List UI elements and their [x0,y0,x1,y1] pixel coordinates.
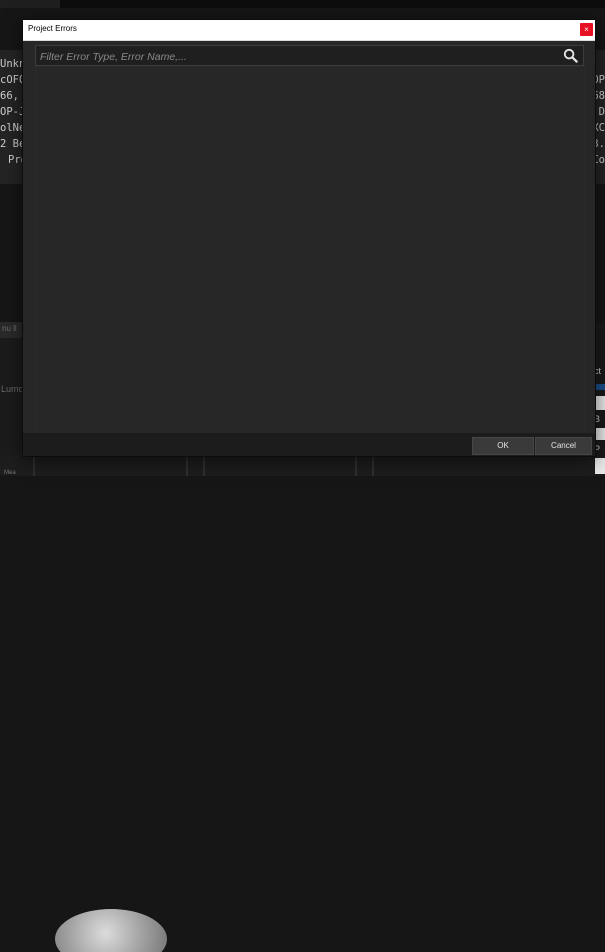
dialog-footer: OK Cancel [23,433,595,456]
cancel-button[interactable]: Cancel [535,437,592,455]
error-list[interactable] [35,66,586,434]
app-top-bar [0,0,605,8]
dialog-title: Project Errors [28,24,77,33]
divider [355,455,357,476]
console-line: cOFQ [0,74,26,86]
search-bar [35,45,584,67]
ok-button[interactable]: OK [472,437,534,455]
right-panel-highlight [594,384,605,390]
error-list-scrollbar[interactable] [587,64,595,434]
right-panel-block [595,428,605,440]
right-panel-block [595,458,605,474]
close-button[interactable]: × [580,23,593,36]
divider [33,455,35,476]
project-errors-dialog: Project Errors × OK Cancel [23,20,595,456]
panel-header-label: nu ll [2,324,17,333]
search-icon[interactable] [563,48,578,63]
app-tab[interactable] [0,0,60,8]
bottom-label: Mea [4,470,16,476]
right-panel: ct B P [594,322,605,476]
search-input[interactable] [38,46,552,67]
console-line: 66, [0,90,19,102]
close-icon: × [584,25,589,34]
right-panel-label: ct [594,366,602,376]
dialog-titlebar[interactable]: Project Errors × [23,20,595,41]
right-panel-block [595,396,605,410]
material-preview-sphere [55,909,167,952]
divider [186,455,188,476]
divider [203,455,205,476]
bottom-toolbar: Mea [0,455,605,952]
console-line: D [598,106,605,118]
divider [372,455,374,476]
